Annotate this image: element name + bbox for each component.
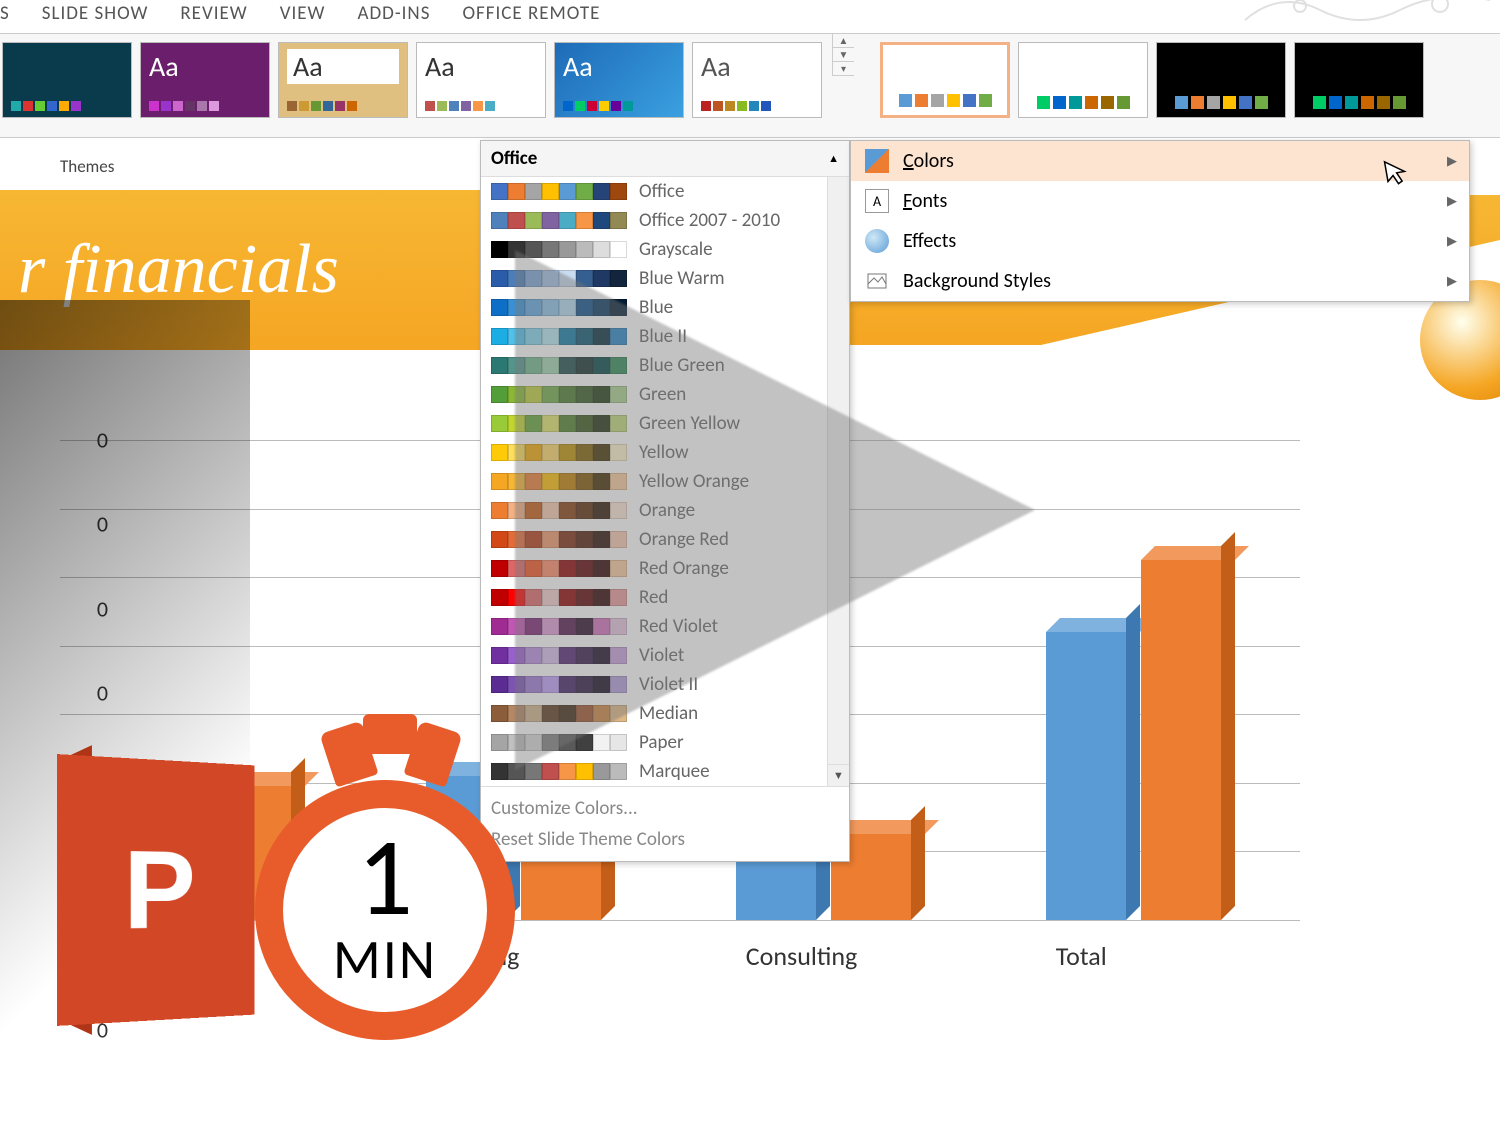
theme-thumb[interactable] [2,42,132,118]
themes-row: Aa Aa Aa Aa Aa ▲ ▼ ▾ [0,34,1500,138]
slide-title: r financials [18,230,339,310]
variant-thumb[interactable] [1156,42,1286,118]
menu-label: C [903,149,914,173]
color-swatch-strip [491,183,627,200]
variant-thumb[interactable] [1294,42,1424,118]
x-axis-label: Consulting [746,940,857,972]
color-scheme-item[interactable]: Office 2007 - 2010 [481,206,849,235]
scroll-up-icon[interactable]: ▲ [833,34,854,48]
themes-group-label: Themes [60,156,114,177]
ribbon-tab[interactable]: ADD-INS [357,2,430,25]
scroll-down-icon[interactable]: ▼ [833,48,854,62]
color-scheme-label: Office [639,180,684,203]
stopwatch-icon: 1 MIN [235,720,535,1060]
chevron-right-icon: ▶ [1447,274,1457,289]
play-icon[interactable] [515,250,1035,770]
ribbon-tab[interactable]: OFFICE REMOTE [462,2,600,25]
colors-icon [865,149,889,173]
variant-thumb[interactable] [880,42,1010,118]
variant-thumb[interactable] [1018,42,1148,118]
theme-gallery-scroll[interactable]: ▲ ▼ ▾ [832,34,854,76]
chart-bar [1046,632,1126,920]
menu-label-rest: olors [914,149,954,173]
chart-bar [1141,560,1221,920]
customize-colors-item[interactable]: Customize Colors... [491,793,839,824]
fonts-icon: A [865,189,889,213]
scroll-up-icon[interactable]: ▲ [828,152,839,165]
themes-gallery: Aa Aa Aa Aa Aa [0,34,828,120]
reset-colors-item[interactable]: Reset Slide Theme Colors [491,824,839,855]
chevron-right-icon: ▶ [1447,234,1457,249]
decorative-swirl [1240,0,1500,26]
badge-number: 1 [357,827,413,926]
theme-thumb[interactable]: Aa [278,42,408,118]
colors-dropdown-header: Office ▲ [481,141,849,177]
theme-thumb[interactable]: Aa [140,42,270,118]
color-scheme-item[interactable]: Office [481,177,849,206]
theme-thumb[interactable]: Aa [416,42,546,118]
badge-unit: MIN [333,926,437,994]
ribbon-tab[interactable]: VIEW [280,2,326,25]
gallery-more-icon[interactable]: ▾ [833,62,854,76]
chevron-right-icon: ▶ [1447,194,1457,209]
variants-gallery [874,34,1430,126]
menu-label: F [903,189,912,213]
color-scheme-label: Office 2007 - 2010 [639,209,780,232]
menu-label-rest: onts [912,189,947,213]
powerpoint-logo: P [57,754,254,1026]
menu-item-colors[interactable]: Colors ▶ [851,141,1469,181]
colors-dropdown-footer: Customize Colors... Reset Slide Theme Co… [481,786,849,861]
theme-thumb[interactable]: Aa [554,42,684,118]
color-swatch-strip [491,212,627,229]
ribbon-tab[interactable]: S [0,2,10,25]
theme-thumb[interactable]: Aa [692,42,822,118]
ribbon-tab[interactable]: REVIEW [180,2,247,25]
chevron-right-icon: ▶ [1447,154,1457,169]
ribbon-tab[interactable]: SLIDE SHOW [42,2,149,25]
x-axis-label: Total [1056,940,1107,972]
menu-item-fonts[interactable]: A Fonts ▶ [851,181,1469,221]
powerpoint-1min-badge: P 1 MIN [60,720,480,1080]
